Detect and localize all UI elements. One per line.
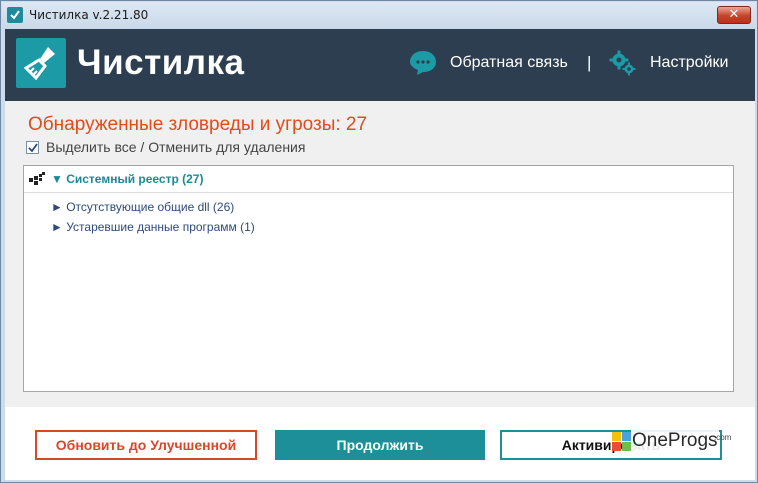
window-title: Чистилка v.2.21.80 xyxy=(29,8,149,22)
watermark-text: OneProgs xyxy=(631,430,719,452)
threats-heading: Обнаруженные зловреды и угрозы: 27 xyxy=(28,114,368,135)
select-all-label[interactable]: Выделить все / Отменить для удаления xyxy=(46,139,305,155)
app-header: Чистилка Обратная связь | Настройки xyxy=(5,29,755,101)
tree-node-registry[interactable]: ▼ Системный реестр (27) xyxy=(24,166,733,193)
gear-icon[interactable] xyxy=(609,49,636,76)
app-name: Чистилка xyxy=(77,43,245,82)
threats-tree[interactable]: ▼ Системный реестр (27) ► Отсутствующие … xyxy=(23,165,734,392)
chat-bubble-icon[interactable] xyxy=(409,50,437,76)
app-window: Чистилка v.2.21.80 ✕ Чистилка Обратная с… xyxy=(0,0,758,483)
settings-link[interactable]: Настройки xyxy=(650,54,728,72)
close-icon: ✕ xyxy=(728,7,740,22)
feedback-link[interactable]: Обратная связь xyxy=(450,54,568,72)
checkmark-icon xyxy=(28,143,38,153)
watermark-suffix: .com xyxy=(714,433,732,442)
title-bar[interactable]: Чистилка v.2.21.80 ✕ xyxy=(2,2,756,29)
tree-item-missing-dll[interactable]: ► Отсутствующие общие dll (26) xyxy=(51,200,234,214)
upgrade-button[interactable]: Обновить до Улучшенной xyxy=(35,430,257,460)
tree-root-label[interactable]: ▼ Системный реестр (27) xyxy=(51,172,203,186)
broom-logo-icon xyxy=(16,38,66,88)
close-button[interactable]: ✕ xyxy=(717,6,751,24)
oneprogs-watermark: OneProgs .com xyxy=(612,430,738,462)
tree-item-obsolete-data[interactable]: ► Устаревшие данные программ (1) xyxy=(51,220,255,234)
registry-icon xyxy=(29,172,45,185)
watermark-logo-icon xyxy=(612,432,631,451)
results-panel: Обнаруженные зловреды и угрозы: 27 Выдел… xyxy=(5,101,755,407)
header-separator: | xyxy=(587,53,592,72)
select-all-checkbox[interactable] xyxy=(26,141,39,154)
app-icon xyxy=(7,7,23,23)
continue-button[interactable]: Продолжить xyxy=(275,430,485,460)
